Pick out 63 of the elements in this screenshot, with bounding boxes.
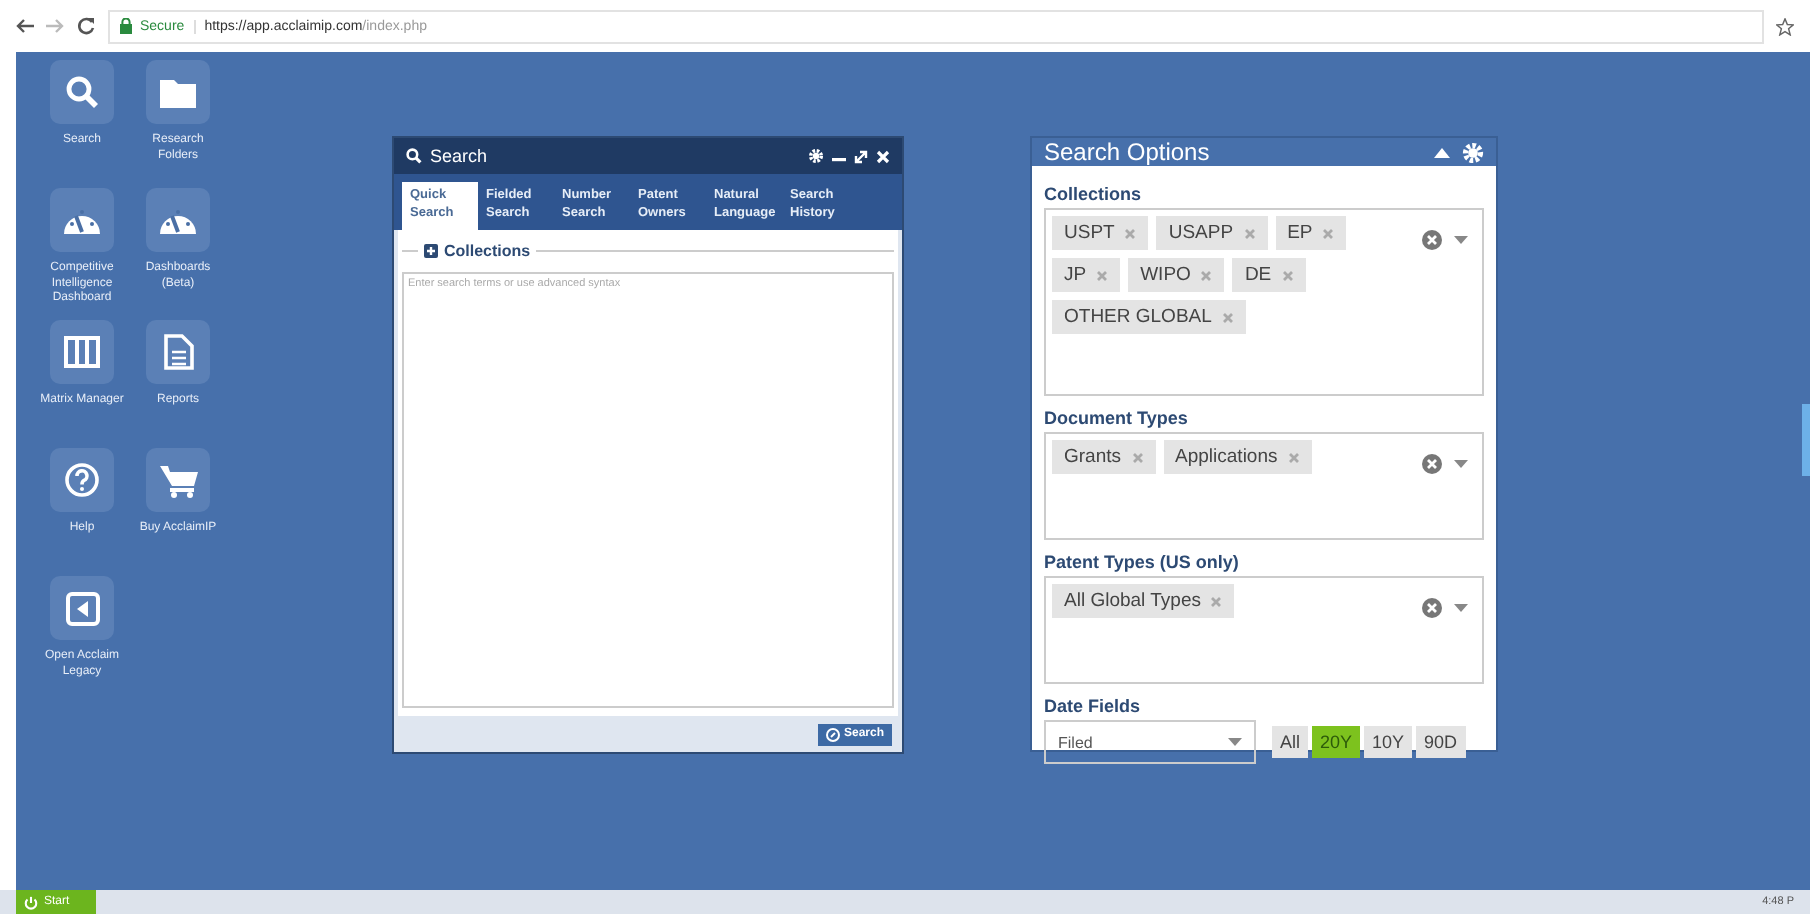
cart-icon <box>159 463 197 497</box>
back-arrow-box-icon <box>65 591 99 625</box>
app-tile[interactable] <box>146 320 210 384</box>
reload-icon[interactable] <box>76 16 96 36</box>
columns-icon <box>64 336 100 368</box>
tag[interactable]: Applications <box>1163 440 1312 474</box>
collapse-icon[interactable] <box>1434 146 1450 158</box>
tag-select-field[interactable]: Grants Applications <box>1044 432 1484 540</box>
tag-select-field[interactable]: All Global Types <box>1044 576 1484 684</box>
section-label: Date Fields <box>1044 696 1143 716</box>
tag-select-field[interactable]: USPT USAPP EP JP WIPO DE OTHER GLOBAL <box>1044 208 1484 396</box>
app-tile[interactable] <box>50 448 114 512</box>
bookmark-star-icon[interactable] <box>1776 17 1794 35</box>
window-title: Search <box>430 146 488 166</box>
help-icon <box>64 462 100 498</box>
clear-icon[interactable] <box>1422 454 1442 474</box>
search-icon <box>406 148 422 164</box>
dropdown-caret-icon[interactable] <box>1454 236 1468 244</box>
gauge-icon <box>158 204 198 236</box>
panel-title: Search Options <box>1044 138 1210 166</box>
settings-icon[interactable] <box>1462 141 1484 163</box>
search-icon <box>64 74 100 110</box>
app-tile[interactable] <box>50 60 114 124</box>
tag[interactable]: All Global Types <box>1052 584 1235 618</box>
folder-icon <box>160 77 196 107</box>
range-button[interactable]: 20Y <box>1312 726 1361 758</box>
dropdown-caret-icon[interactable] <box>1454 460 1468 468</box>
settings-icon[interactable] <box>808 148 824 164</box>
tag[interactable]: USPT <box>1052 216 1149 250</box>
document-icon <box>163 334 193 370</box>
expand-plus-icon[interactable] <box>424 244 438 258</box>
range-button[interactable]: 90D <box>1416 726 1466 758</box>
app-tile[interactable] <box>146 448 210 512</box>
tag[interactable]: WIPO <box>1128 258 1225 292</box>
circle-icon <box>825 727 840 741</box>
section-label: Patent Types (US only) <box>1044 552 1241 572</box>
section-label: Document Types <box>1044 408 1190 428</box>
power-icon <box>24 895 38 909</box>
tag[interactable]: OTHER GLOBAL <box>1052 300 1246 334</box>
range-button[interactable]: All <box>1272 726 1309 758</box>
date-field-select[interactable]: Filed <box>1044 720 1256 764</box>
close-icon[interactable] <box>876 149 890 163</box>
gauge-icon <box>62 204 102 236</box>
tag[interactable]: Grants <box>1052 440 1156 474</box>
back-icon[interactable] <box>16 18 34 34</box>
app-tile[interactable] <box>50 320 114 384</box>
tag[interactable]: EP <box>1275 216 1347 250</box>
expand-icon[interactable] <box>854 149 868 163</box>
app-tile[interactable] <box>50 188 114 252</box>
tag[interactable]: JP <box>1052 258 1121 292</box>
section-label: Collections <box>1044 184 1144 204</box>
lock-icon <box>120 18 132 34</box>
dropdown-caret-icon <box>1228 738 1242 746</box>
dropdown-caret-icon[interactable] <box>1454 604 1468 612</box>
app-tile[interactable] <box>50 576 114 640</box>
tag[interactable]: USAPP <box>1156 216 1268 250</box>
clear-icon[interactable] <box>1422 230 1442 250</box>
clear-icon[interactable] <box>1422 598 1442 618</box>
collections-toggle[interactable]: Collections <box>444 242 531 260</box>
app-tile[interactable] <box>146 188 210 252</box>
app-tile[interactable] <box>146 60 210 124</box>
tag[interactable]: DE <box>1232 258 1306 292</box>
range-button[interactable]: 10Y <box>1364 726 1413 758</box>
